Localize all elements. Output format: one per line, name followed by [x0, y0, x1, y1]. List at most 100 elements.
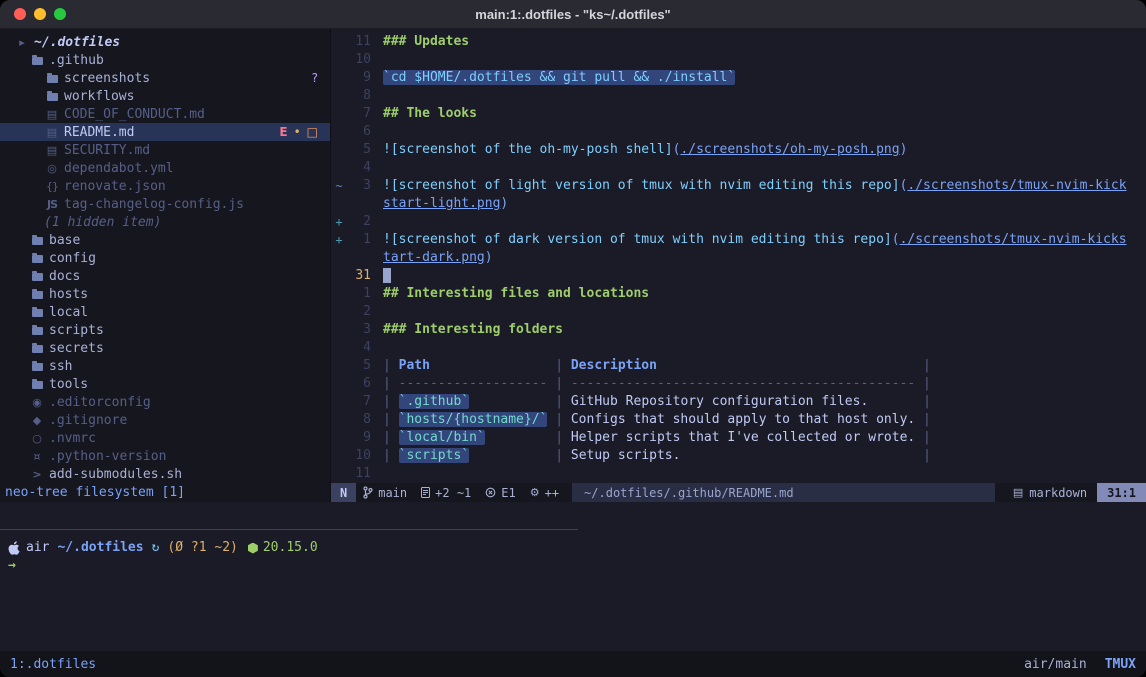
tree-item-1-hidden-item[interactable]: (1 hidden item): [0, 213, 330, 231]
tree-item-github[interactable]: .github: [0, 51, 330, 69]
editor-line[interactable]: +1![screenshot of dark version of tmux w…: [331, 231, 1146, 249]
tree-item-nvmrc[interactable]: ○.nvmrc: [0, 429, 330, 447]
line-number: 1: [347, 231, 371, 249]
folder-icon: [29, 379, 45, 389]
folder-icon: [29, 343, 45, 353]
tree-item-readme-md[interactable]: ▤README.mdE•□: [0, 123, 330, 141]
git-status-badges: E•□: [279, 125, 318, 139]
git-diff-label: +2 ~1: [435, 486, 471, 500]
tree-item-tag-changelog-config-js[interactable]: JStag-changelog-config.js: [0, 195, 330, 213]
tree-item-editorconfig[interactable]: ◉.editorconfig: [0, 393, 330, 411]
status-badge: ?: [312, 71, 318, 85]
editor-line[interactable]: 1## Interesting files and locations: [331, 285, 1146, 303]
python-icon: ¤: [29, 450, 45, 463]
tree-item-dotfiles[interactable]: ▸~/.dotfiles: [0, 33, 330, 51]
terminal-pane[interactable]: air ~/.dotfiles ↻ (Ø ?1 ~2) 20.15.0 →: [0, 530, 1146, 575]
window-title: main:1:.dotfiles - "ks~/.dotfiles": [0, 7, 1146, 22]
status-badge: E: [279, 125, 287, 139]
editor-line[interactable]: 8: [331, 87, 1146, 105]
editor-line[interactable]: 3### Interesting folders: [331, 321, 1146, 339]
tree-item-local[interactable]: local: [0, 303, 330, 321]
json-icon: {}: [44, 180, 60, 193]
tree-item-label: ~/.dotfiles: [34, 35, 120, 50]
tree-item-scripts[interactable]: scripts: [0, 321, 330, 339]
editor-line[interactable]: 6| ------------------- | ---------------…: [331, 375, 1146, 393]
editor-line-wrap[interactable]: tart-dark.png): [331, 249, 1146, 267]
editor-text: ### Updates: [383, 33, 469, 51]
editor-line[interactable]: 7| `.github` | GitHub Repository configu…: [331, 393, 1146, 411]
tree-item-label: screenshots: [64, 71, 150, 86]
cursor: [383, 268, 391, 283]
editor-line[interactable]: 11### Updates: [331, 33, 1146, 51]
tree-item-label: tag-changelog-config.js: [64, 197, 244, 212]
tree-item-secrets[interactable]: secrets: [0, 339, 330, 357]
editor-text: ![screenshot of dark version of tmux wit…: [383, 231, 1127, 249]
tmux-right-status: air/main TMUX: [1024, 657, 1136, 672]
editor-line[interactable]: 7 ## The looks: [331, 105, 1146, 123]
editor-line[interactable]: 9| `local/bin` | Helper scripts that I'v…: [331, 429, 1146, 447]
tree-item-label: dependabot.yml: [64, 161, 174, 176]
editor-line-wrap[interactable]: start-light.png): [331, 195, 1146, 213]
editor-line[interactable]: 4: [331, 339, 1146, 357]
shell-input-line[interactable]: →: [8, 557, 1138, 575]
tree-item-ssh[interactable]: ssh: [0, 357, 330, 375]
editor-text: ## The looks: [383, 105, 477, 123]
editor-line[interactable]: 5| Path | Description |: [331, 357, 1146, 375]
editor-text: ### Interesting folders: [383, 321, 563, 339]
editor-pane: 11### Updates 10 9`cd $HOME/.dotfiles &&…: [331, 29, 1146, 502]
line-number: 6: [347, 123, 371, 141]
folder-icon: [29, 307, 45, 317]
folder-icon: [44, 73, 60, 83]
editor-text: ![screenshot of light version of tmux wi…: [383, 177, 1127, 195]
zoom-button[interactable]: [54, 8, 66, 20]
tree-item-code-of-conduct-md[interactable]: ▤CODE_OF_CONDUCT.md: [0, 105, 330, 123]
prompt-host: air: [26, 539, 49, 557]
git-diff-segment: +2 ~1: [414, 486, 478, 500]
tree-item-tools[interactable]: tools: [0, 375, 330, 393]
git-branch-label: main: [378, 486, 407, 500]
editor-line[interactable]: +2: [331, 213, 1146, 231]
editor-line[interactable]: 10| `scripts` | Setup scripts. |: [331, 447, 1146, 465]
tree-item-label: scripts: [49, 323, 104, 338]
editor-line[interactable]: 10: [331, 51, 1146, 69]
tree-item-gitignore[interactable]: ◆.gitignore: [0, 411, 330, 429]
status-badge: □: [307, 125, 318, 139]
editor-line[interactable]: 6: [331, 123, 1146, 141]
tmux-window-item[interactable]: 1:.dotfiles: [10, 657, 96, 672]
line-number: 4: [347, 339, 371, 357]
tree-item-docs[interactable]: docs: [0, 267, 330, 285]
git-refresh-icon: ↻: [152, 539, 160, 557]
neo-tree-status: neo-tree filesystem [1]: [0, 483, 330, 502]
tree-item-renovate-json[interactable]: {}renovate.json: [0, 177, 330, 195]
editor-buffer[interactable]: 11### Updates 10 9`cd $HOME/.dotfiles &&…: [331, 33, 1146, 483]
editor-line[interactable]: 5![screenshot of the oh-my-posh shell](.…: [331, 141, 1146, 159]
editor-line[interactable]: 11: [331, 465, 1146, 483]
editor-line[interactable]: 31: [331, 267, 1146, 285]
tree-item-base[interactable]: base: [0, 231, 330, 249]
tree-item-add-submodules-sh[interactable]: >add-submodules.sh: [0, 465, 330, 483]
tree-item-screenshots[interactable]: screenshots?: [0, 69, 330, 87]
cursor-position: 31:1: [1097, 483, 1146, 502]
editor-line[interactable]: 4: [331, 159, 1146, 177]
tree-item-label: workflows: [64, 89, 134, 104]
editor-line[interactable]: ~3![screenshot of light version of tmux …: [331, 177, 1146, 195]
editor-text: | `hosts/{hostname}/` | Configs that sho…: [383, 411, 931, 429]
editor-line[interactable]: 8| `hosts/{hostname}/` | Configs that sh…: [331, 411, 1146, 429]
tree-item-security-md[interactable]: ▤SECURITY.md: [0, 141, 330, 159]
diff-icon: [421, 487, 430, 498]
tree-item-config[interactable]: config: [0, 249, 330, 267]
editor-line[interactable]: 2: [331, 303, 1146, 321]
tree-item-python-version[interactable]: ¤.python-version: [0, 447, 330, 465]
cmdline-area: [0, 502, 1146, 529]
tree-item-label: config: [49, 251, 96, 266]
tree-item-dependabot-yml[interactable]: ◎dependabot.yml: [0, 159, 330, 177]
close-button[interactable]: [14, 8, 26, 20]
tree-item-hosts[interactable]: hosts: [0, 285, 330, 303]
tree-item-workflows[interactable]: workflows: [0, 87, 330, 105]
markdown-icon: ▤: [44, 126, 60, 139]
editor-line[interactable]: 9`cd $HOME/.dotfiles && git pull && ./in…: [331, 69, 1146, 87]
editorconfig-icon: ◉: [29, 396, 45, 409]
lower-region: air ~/.dotfiles ↻ (Ø ?1 ~2) 20.15.0 → 1:…: [0, 502, 1146, 677]
line-number: 7: [347, 105, 371, 123]
minimize-button[interactable]: [34, 8, 46, 20]
